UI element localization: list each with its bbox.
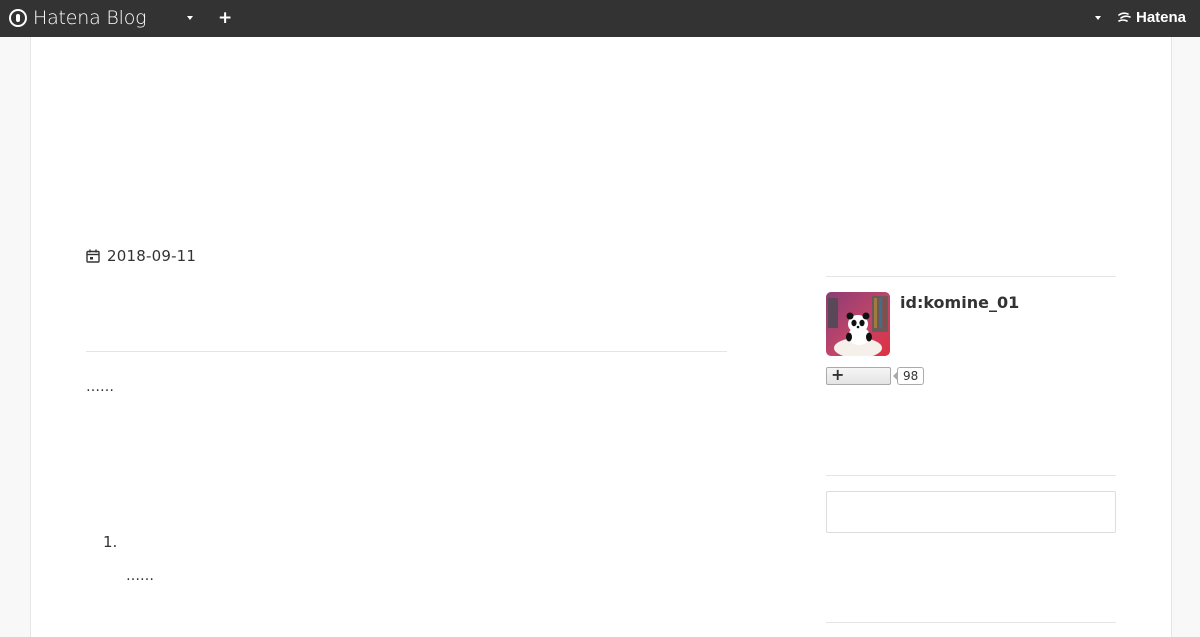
hatena-blog-logo-icon [9, 9, 27, 27]
hatena-bird-icon [1118, 11, 1131, 22]
hatena-link[interactable]: Hatena [1118, 9, 1186, 26]
new-post-button[interactable]: + [218, 8, 232, 28]
user-id[interactable]: id:komine_01 [900, 293, 1019, 312]
main-container: 2018-09-11 …… 1. …… id:komine_01 + 98 [30, 37, 1172, 637]
subscriber-count[interactable]: 98 [892, 367, 925, 385]
sidebar-divider [826, 276, 1116, 277]
user-menu-dropdown[interactable] [1095, 16, 1101, 20]
hatena-blog-logo[interactable]: Hatena Blog [9, 7, 147, 29]
entry-date[interactable]: 2018-09-11 [86, 247, 196, 265]
sidebar-divider [826, 475, 1116, 476]
entry-date-text: 2018-09-11 [107, 247, 197, 265]
brand-name: Hatena Blog [33, 7, 147, 29]
subscribe-button[interactable]: + [826, 365, 891, 385]
panda-avatar-image [826, 292, 890, 356]
entry-body-text: …… [86, 379, 114, 395]
calendar-icon [86, 249, 100, 263]
plus-icon: + [831, 365, 845, 384]
avatar[interactable] [826, 292, 890, 356]
blog-menu-dropdown[interactable] [187, 16, 193, 20]
global-header: Hatena Blog + Hatena [0, 0, 1200, 37]
sidebar-divider [826, 622, 1116, 623]
entry-divider [86, 351, 727, 352]
hatena-label: Hatena [1136, 9, 1187, 26]
list-item-text: …… [126, 568, 154, 584]
search-input[interactable] [826, 491, 1116, 533]
list-item-number: 1. [103, 533, 118, 551]
